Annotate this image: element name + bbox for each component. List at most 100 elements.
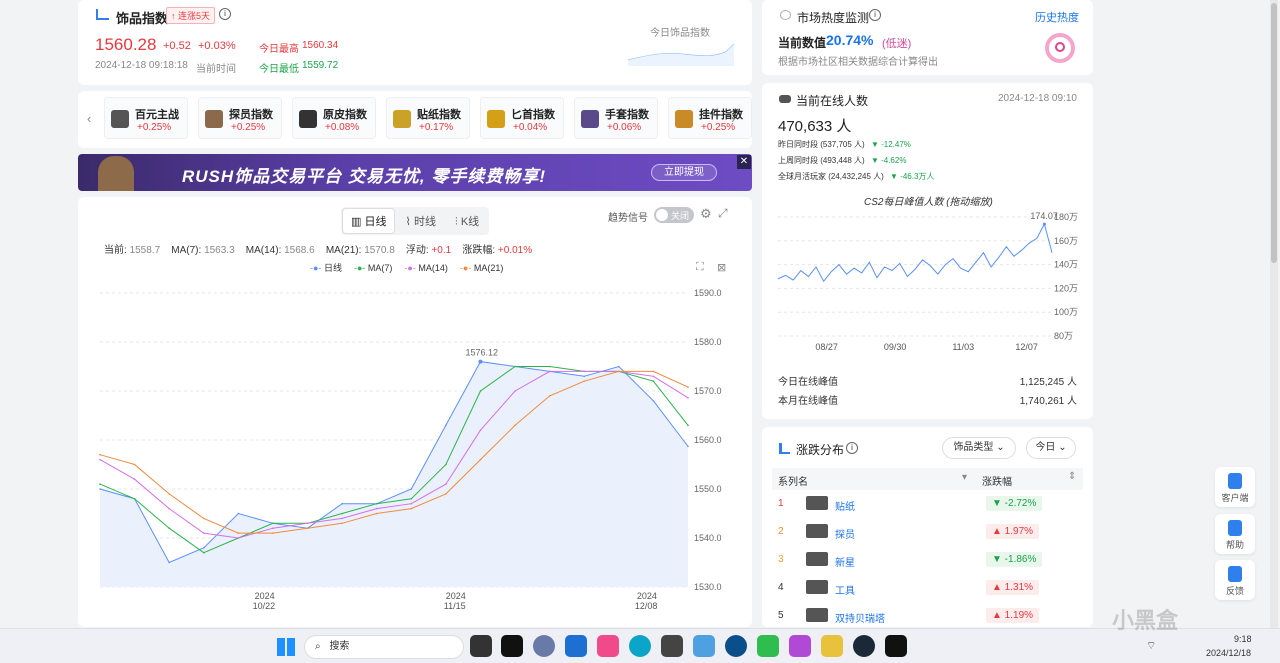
category-card[interactable]: 探员指数 +0.25% [198,97,282,139]
category-card[interactable]: 贴纸指数 +0.17% [386,97,470,139]
row-name[interactable]: 工具 [835,582,855,597]
tab-hourly-label: 时线 [413,216,436,228]
info-icon[interactable]: i [219,8,231,20]
taskbar-app-tiktok2[interactable] [885,635,907,657]
banner-close-icon[interactable]: ✕ [737,155,751,169]
taskbar-app-purple[interactable] [789,635,811,657]
data-point [514,365,516,368]
taskbar-app-explorer[interactable] [470,635,492,657]
data-point [133,498,136,500]
table-row[interactable]: 3 新星 ▼ -1.86% [772,546,1092,574]
table-row[interactable]: 1 贴纸 ▼ -2.72% [772,490,1092,518]
legend-item[interactable]: -●- MA(14) [404,263,447,273]
row-name[interactable]: 双持贝瑞塔 [835,610,885,625]
legend-item[interactable]: -●- MA(21) [460,263,503,273]
type-filter-dropdown[interactable]: 饰品类型 ⌄ [942,437,1016,459]
data-point [237,532,240,534]
taskbar-app-box[interactable] [661,635,683,657]
wifi-icon[interactable]: ⌔ [1146,639,1156,653]
tab-hourly[interactable]: ⌇ 时线 [398,209,444,233]
legend-item[interactable]: -●- 日线 [310,263,342,273]
prev-arrow-icon[interactable]: ‹ [87,111,91,126]
row-name[interactable]: 贴纸 [835,498,855,513]
taskbar-app-photos[interactable] [693,635,715,657]
taskbar-app-yellow[interactable] [821,635,843,657]
table-row[interactable]: 5 双持贝瑞塔 ▲ 1.19% [772,602,1092,627]
taskbar-app-tiktok[interactable] [501,635,523,657]
stat-ma7-label: MA(7): [171,245,202,256]
taskbar-app-edge[interactable] [629,635,651,657]
data-point [445,463,447,466]
max-label: 174.07 [1030,211,1058,221]
online-title: 当前在线人数 [796,94,869,108]
category-thumbnail [581,110,599,128]
lastweek-text: 上周同时段 (493,448 人) [778,156,865,165]
start-icon[interactable] [277,638,295,656]
taskbar-app-wechat[interactable] [757,635,779,657]
promo-banner[interactable]: RUSH饰品交易平台 交易无忧, 零手续费畅享! 立即提现 ✕ [78,154,752,191]
feedback-button[interactable]: 反馈 [1215,560,1255,600]
tab-kline[interactable]: ⫶ K线 [447,209,487,233]
monthly-change: ▼ -46.3万人 [890,172,935,181]
sort-icon[interactable]: ⇕ [1068,471,1076,482]
index-datetime-label: 当前时间 [196,64,236,75]
heat-gauge-icon [1045,33,1075,63]
category-card[interactable]: 手套指数 +0.06% [574,97,658,139]
index-line-chart[interactable]: 1590.0 1580.0 1570.0 1560.0 1550.0 1540.0 1530… [78,277,752,617]
x-tick-date: 12/08 [635,601,658,611]
help-button[interactable]: 帮助 [1215,514,1255,554]
taskbar-app-pink[interactable] [597,635,619,657]
category-thumbnail [393,110,411,128]
stat-ma14-label: MA(14): [245,245,282,256]
row-rank: 5 [778,610,784,621]
filter-icon[interactable]: ▾ [962,472,967,483]
category-card[interactable]: 挂件指数 +0.25% [668,97,752,139]
row-name[interactable]: 新星 [835,554,855,569]
table-row[interactable]: 2 探员 ▲ 1.97% [772,518,1092,546]
page-scrollbar[interactable] [1270,0,1278,628]
heat-icon [780,10,791,20]
data-point [583,370,586,373]
taskbar-app-steam[interactable] [853,635,875,657]
legend-item[interactable]: -●- MA(7) [354,263,392,273]
period-dropdown[interactable]: 今日 ⌄ [1026,437,1076,459]
category-card[interactable]: 匕首指数 +0.04% [480,97,564,139]
client-button[interactable]: 客户端 [1215,467,1255,507]
banner-button[interactable]: 立即提现 [651,164,717,181]
table-row[interactable]: 4 工具 ▲ 1.31% [772,574,1092,602]
ranking-card: 涨跌分布 i 饰品类型 ⌄ 今日 ⌄ 系列名 ▾ 涨跌幅 ⇕ 1 贴纸 ▼ -2.7… [762,427,1093,627]
taskbar-app-circle[interactable] [725,635,747,657]
data-point [375,507,378,510]
row-change: ▲ 1.97% [986,524,1040,539]
stat-float-label: 浮动: [405,245,429,256]
max-label: 1576.12 [465,348,498,358]
trend-signal-label: 趋势信号 [608,213,648,224]
history-link[interactable]: 历史热度 [1035,9,1079,25]
peak-players-chart[interactable]: CS2每日峰值人数 (拖动缩放)180万160万140万120万100万80万1… [762,191,1093,361]
heat-info-icon[interactable]: i [869,9,881,21]
next-arrow-icon[interactable]: › [731,111,735,126]
settings-icon[interactable]: ⚙ [700,206,712,222]
category-card[interactable]: 原皮指数 +0.08% [292,97,376,139]
zoom-select-icon[interactable]: ⊠ [717,261,726,274]
stat-current-label: 当前: [104,245,127,256]
tab-daily[interactable]: ▥ 日线 [343,209,395,233]
row-name[interactable]: 探员 [835,526,855,541]
taskbar-app-a[interactable] [565,635,587,657]
table-header: 系列名 ▾ 涨跌幅 ⇕ [772,468,1083,490]
stat-ma21: 1570.8 [364,245,395,256]
data-point [99,458,101,461]
taskbar-search[interactable]: ⌕ 搜索 [304,635,464,659]
taskbar-app-settings[interactable] [533,635,555,657]
zoom-reset-icon[interactable]: ⛶ [696,261,704,274]
trend-signal-toggle[interactable]: 关闭 [654,207,694,223]
data-point [410,502,413,505]
fullscreen-icon[interactable]: ⤢ [718,206,728,221]
data-point [133,463,136,466]
heat-desc: 根据市场社区相关数据综合计算得出 [778,57,938,68]
data-point [687,445,689,448]
category-card[interactable]: 百元主战 +0.25% [104,97,188,139]
data-point [618,365,620,368]
ranking-info-icon[interactable]: i [846,442,858,454]
x-tick-label: 09/30 [884,342,907,352]
